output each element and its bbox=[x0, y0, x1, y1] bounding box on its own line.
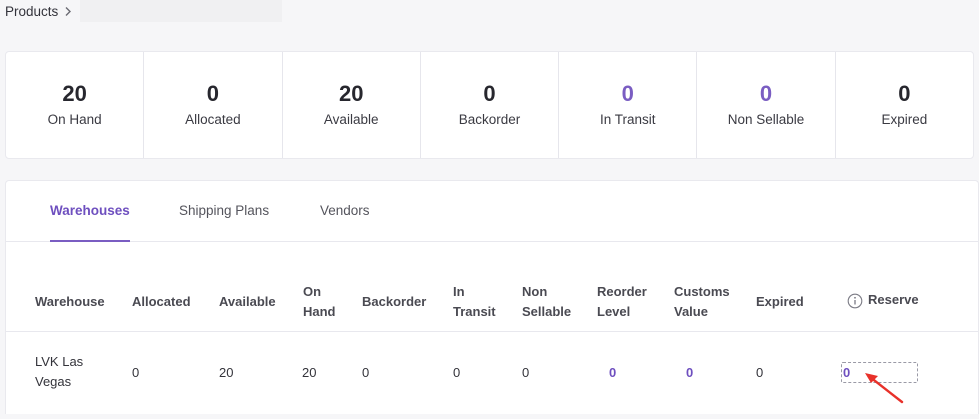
stat-allocated: 0 Allocated bbox=[144, 52, 283, 158]
cell-warehouse-line2: Vegas bbox=[35, 374, 72, 389]
tab-shipping-plans[interactable]: Shipping Plans bbox=[179, 203, 269, 242]
col-header-customs-value-line2[interactable]: Value bbox=[674, 302, 708, 322]
stat-label: Backorder bbox=[458, 111, 521, 127]
breadcrumb-current-placeholder bbox=[80, 0, 282, 22]
inventory-details-panel: Warehouses Shipping Plans Vendors Wareho… bbox=[5, 180, 979, 414]
col-header-backorder[interactable]: Backorder bbox=[362, 292, 426, 312]
stat-available: 20 Available bbox=[283, 52, 421, 158]
col-header-expired[interactable]: Expired bbox=[756, 292, 804, 312]
stat-value: 20 bbox=[338, 80, 364, 106]
cell-in-transit: 0 bbox=[453, 365, 461, 380]
cell-on-hand: 20 bbox=[302, 365, 317, 380]
stat-value: 0 bbox=[206, 80, 220, 106]
stat-label: Expired bbox=[881, 111, 928, 127]
inventory-summary-card: 20 On Hand 0 Allocated 20 Available 0 Ba… bbox=[5, 51, 974, 159]
cell-backorder: 0 bbox=[362, 365, 370, 380]
breadcrumb-products-link[interactable]: Products bbox=[5, 4, 58, 19]
stat-label: Allocated bbox=[185, 111, 241, 127]
col-header-in-transit-line2[interactable]: Transit bbox=[453, 302, 496, 322]
col-header-allocated[interactable]: Allocated bbox=[132, 292, 191, 312]
cell-expired: 0 bbox=[756, 365, 764, 380]
tab-bar: Warehouses Shipping Plans Vendors bbox=[6, 181, 978, 242]
tab-warehouses[interactable]: Warehouses bbox=[50, 203, 130, 242]
stat-value[interactable]: 0 bbox=[622, 81, 634, 107]
stat-non-sellable[interactable]: 0 Non Sellable bbox=[697, 52, 836, 158]
col-header-non-sellable-line1[interactable]: Non bbox=[522, 282, 547, 302]
col-header-reorder-level-line2[interactable]: Level bbox=[597, 302, 630, 322]
col-header-reorder-level-line1[interactable]: Reorder bbox=[597, 282, 647, 302]
stat-value: 20 bbox=[62, 80, 87, 106]
product-inventory-page: Products 20 On Hand 0 Allocated 20 Avail… bbox=[0, 0, 979, 419]
breadcrumb: Products bbox=[5, 2, 72, 20]
annotation-arrow-icon bbox=[865, 373, 904, 404]
col-header-on-hand-line2[interactable]: Hand bbox=[303, 302, 336, 322]
stat-backorder: 0 Backorder bbox=[421, 52, 560, 158]
stat-value: 0 bbox=[483, 80, 496, 106]
chevron-right-icon bbox=[64, 6, 72, 17]
stat-label: Non Sellable bbox=[727, 111, 805, 127]
stat-on-hand: 20 On Hand bbox=[6, 52, 145, 158]
stat-label: On Hand bbox=[47, 111, 102, 127]
stat-in-transit[interactable]: 0 In Transit bbox=[559, 52, 698, 158]
stat-value: 0 bbox=[898, 80, 911, 106]
cell-non-sellable: 0 bbox=[522, 365, 530, 380]
reserve-value[interactable]: 0 bbox=[843, 363, 850, 382]
info-icon[interactable] bbox=[847, 293, 863, 309]
cell-reorder-level[interactable]: 0 bbox=[609, 363, 616, 383]
cell-available: 20 bbox=[219, 365, 234, 380]
col-header-on-hand-line1[interactable]: On bbox=[303, 282, 321, 302]
col-header-available[interactable]: Available bbox=[219, 292, 276, 312]
col-header-warehouse[interactable]: Warehouse bbox=[35, 292, 105, 312]
table-divider bbox=[6, 331, 978, 332]
stat-expired: 0 Expired bbox=[836, 52, 973, 158]
col-header-in-transit-line1[interactable]: In bbox=[453, 282, 465, 302]
tab-vendors[interactable]: Vendors bbox=[320, 203, 370, 242]
cell-customs-value[interactable]: 0 bbox=[686, 363, 693, 383]
cell-warehouse-line1: LVK Las bbox=[35, 354, 84, 369]
stat-value[interactable]: 0 bbox=[760, 81, 772, 107]
col-header-non-sellable-line2[interactable]: Sellable bbox=[522, 302, 571, 322]
col-header-customs-value-line1[interactable]: Customs bbox=[674, 282, 730, 302]
stat-label: In Transit bbox=[600, 111, 656, 127]
col-header-reserve[interactable]: Reserve bbox=[868, 290, 919, 310]
stat-label: Available bbox=[323, 111, 379, 127]
cell-allocated: 0 bbox=[132, 365, 140, 380]
